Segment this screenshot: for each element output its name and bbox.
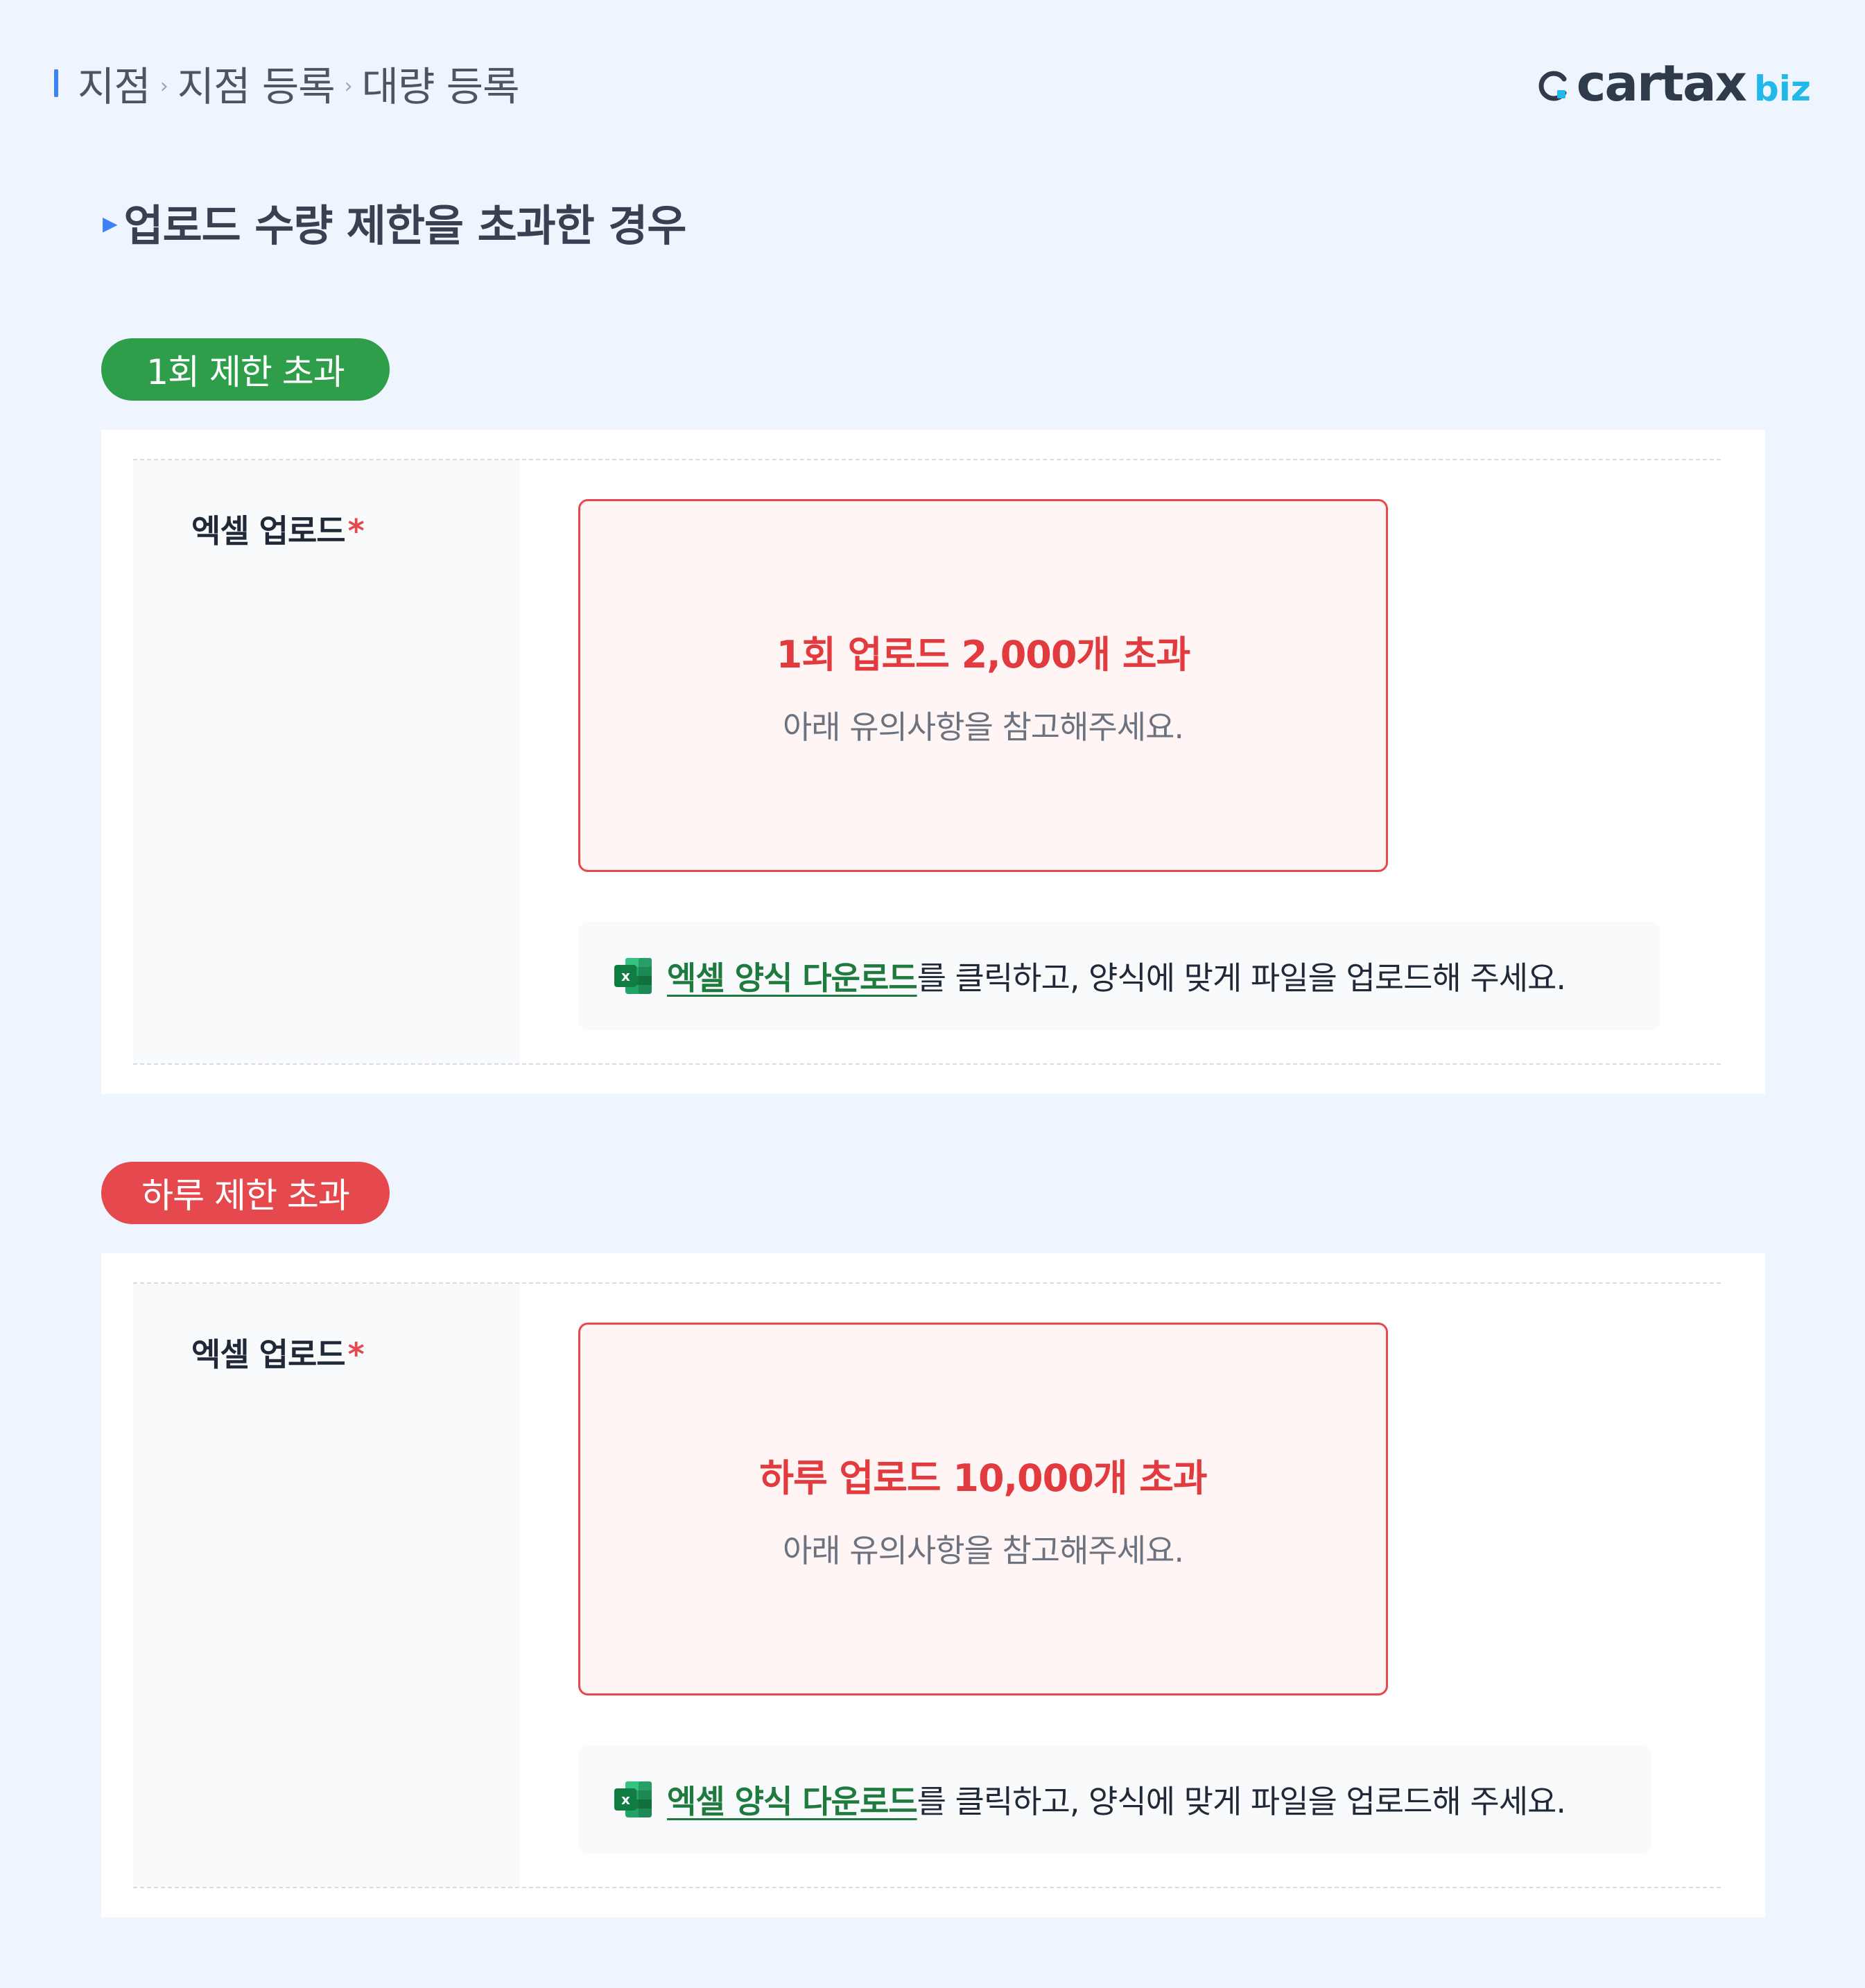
svg-text:x: x [621,968,630,984]
logo-mark-icon [1538,71,1567,101]
excel-upload-dropzone[interactable]: 1회 업로드 2,000개 초과 아래 유의사항을 참고해주세요. [578,499,1388,872]
excel-upload-dropzone[interactable]: 하루 업로드 10,000개 초과 아래 유의사항을 참고해주세요. [578,1323,1388,1695]
form-label-column: 엑셀 업로드* [133,1284,520,1887]
breadcrumb-item-branch[interactable]: 지점 [78,54,151,112]
excel-template-download-link[interactable]: 엑셀 양식 다운로드 [667,953,918,999]
breadcrumb-item-branch-register[interactable]: 지점 등록 [177,54,336,112]
template-info-box: x 엑셀 양식 다운로드 를 클릭하고, 양식에 맞게 파일을 업로드해 주세요. [578,922,1660,1030]
excel-icon: x [614,958,652,994]
upload-card-once-limit: 엑셀 업로드* 1회 업로드 2,000개 초과 아래 유의사항을 참고해주세요… [101,430,1765,1094]
page-title-text: 업로드 수량 제한을 초과한 경우 [123,200,687,251]
badge-daily-limit-exceeded: 하루 제한 초과 [101,1162,390,1224]
breadcrumb-separator-icon: › [344,73,353,98]
required-asterisk: * [347,1336,365,1373]
svg-text:x: x [621,1791,630,1808]
info-text: 를 클릭하고, 양식에 맞게 파일을 업로드해 주세요. [917,1783,1566,1820]
page-title: ▶ 업로드 수량 제한을 초과한 경우 [103,194,687,251]
error-subtitle: 아래 유의사항을 참고해주세요. [782,708,1184,746]
required-asterisk: * [347,512,365,550]
field-label-text: 엑셀 업로드 [191,1336,346,1373]
form-label-column: 엑셀 업로드* [133,460,520,1063]
error-title: 1회 업로드 2,000개 초과 [776,632,1191,677]
breadcrumb-accent-bar [54,69,58,97]
top-bar: 지점 › 지점 등록 › 대량 등록 cartax biz [54,54,1811,112]
info-text: 를 클릭하고, 양식에 맞게 파일을 업로드해 주세요. [917,959,1566,997]
template-info-box: x 엑셀 양식 다운로드 를 클릭하고, 양식에 맞게 파일을 업로드해 주세요. [578,1745,1651,1854]
breadcrumb: 지점 › 지점 등록 › 대량 등록 [54,54,520,112]
field-label-excel-upload: 엑셀 업로드* [191,506,365,552]
chevron-right-icon: ▶ [103,211,118,235]
logo-suffix: biz [1753,69,1811,109]
error-subtitle: 아래 유의사항을 참고해주세요. [782,1531,1184,1569]
excel-template-download-link[interactable]: 엑셀 양식 다운로드 [667,1777,918,1822]
excel-icon: x [614,1781,652,1817]
logo-text: cartax [1576,54,1747,112]
error-title: 하루 업로드 10,000개 초과 [759,1456,1207,1500]
upload-card-daily-limit: 엑셀 업로드* 하루 업로드 10,000개 초과 아래 유의사항을 참고해주세… [101,1253,1765,1917]
form-row-excel-upload: 엑셀 업로드* 하루 업로드 10,000개 초과 아래 유의사항을 참고해주세… [133,1282,1721,1888]
form-row-excel-upload: 엑셀 업로드* 1회 업로드 2,000개 초과 아래 유의사항을 참고해주세요… [133,459,1721,1065]
breadcrumb-item-bulk-register: 대량 등록 [361,63,520,110]
field-label-excel-upload: 엑셀 업로드* [191,1329,365,1375]
badge-once-limit-exceeded: 1회 제한 초과 [101,338,390,401]
breadcrumb-separator-icon: › [159,73,168,98]
field-label-text: 엑셀 업로드 [191,512,346,550]
cartax-biz-logo: cartax biz [1536,54,1811,112]
